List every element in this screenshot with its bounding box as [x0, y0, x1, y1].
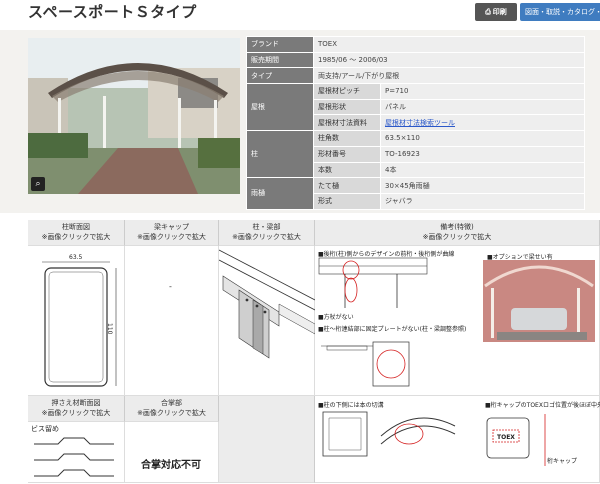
col1-note: ※画像クリックで拡大 — [41, 233, 111, 241]
row2-col2-note: ※画像クリックで拡大 — [137, 409, 206, 417]
gutter-label: 雨樋 — [246, 177, 314, 210]
roof-label: 屋根 — [246, 83, 314, 132]
note-4: ■柱〜桁連結部に固定プレートがない(柱・梁調整参照) — [318, 326, 467, 333]
pillar-label: 柱 — [246, 130, 314, 179]
presser-section-drawing — [34, 437, 114, 477]
remarks-cell[interactable]: ■後桁(柱)側からのデザインの前桁・後桁側が曲線 ■オプションで梁せい有 ■方杖… — [315, 246, 600, 396]
pillar-section-drawing: 63.5 110 — [42, 254, 117, 387]
pillar-section-cell[interactable]: 63.5 110 — [28, 246, 125, 396]
row2-empty-cell — [219, 396, 315, 483]
note-3: ■方杖がない — [318, 314, 354, 321]
roof-shape-value: パネル — [380, 98, 585, 116]
page-title: スペースポートＳタイプ — [28, 3, 197, 21]
col2-title: 梁キャップ — [154, 223, 189, 231]
gutter-form-value: ジャバラ — [380, 192, 585, 210]
gutter-vert-label: たて樋 — [313, 177, 381, 194]
period-value: 1985/06 〜 2006/03 — [313, 51, 585, 69]
roof-pitch-value: P=710 — [380, 83, 585, 100]
remarks-drawings — [318, 257, 595, 387]
spec-table: ブランド TOEX 販売期間 1985/06 〜 2006/03 タイプ 両支持/アー… — [246, 36, 585, 210]
logo-text: TOEX — [497, 434, 515, 441]
print-label: 印刷 — [492, 8, 507, 16]
dim-height-label: 110 — [106, 323, 113, 335]
dim-width-label: 63.5 — [69, 254, 83, 261]
header-bar: スペースポートＳタイプ ⎙ 印刷 図面・取説・カタログ・ — [0, 0, 600, 26]
presser-section-cell[interactable]: ビス留め — [28, 422, 125, 483]
col1-title: 柱断面図 — [62, 223, 90, 231]
col3-note: ※画像クリックで拡大 — [232, 233, 301, 241]
col2-note: ※画像クリックで拡大 — [137, 233, 206, 241]
beam-cap-cell: - — [125, 246, 219, 396]
carport-photo-image — [28, 38, 240, 194]
roof-shape-label: 屋根形状 — [313, 98, 381, 116]
docs-button[interactable]: 図面・取説・カタログ・ — [520, 3, 600, 21]
row2-presser-header: 押さえ材断面図 ※画像クリックで拡大 — [28, 396, 125, 422]
period-label: 販売期間 — [246, 51, 314, 69]
pillar-part-label: 形材番号 — [313, 145, 381, 163]
brand-label: ブランド — [246, 36, 314, 53]
col-pillar-section-header: 柱断面図 ※画像クリックで拡大 — [28, 220, 125, 246]
roof-size-link[interactable]: 屋根材寸法検索ツール — [385, 119, 455, 127]
pillar-count-value: 4本 — [380, 161, 585, 179]
beam-cap-value: - — [169, 282, 172, 291]
col4-title: 備考(特徴) — [440, 223, 474, 231]
remarks-drawings-2: TOEX — [322, 411, 546, 466]
printer-icon: ⎙ — [485, 7, 491, 16]
pillar-count-label: 本数 — [313, 161, 381, 179]
pillar-beam-cell[interactable] — [218, 246, 316, 396]
print-button[interactable]: ⎙ 印刷 — [475, 3, 517, 21]
pillar-dim-value: 63.5×110 — [380, 130, 585, 147]
pillar-beam-drawing — [218, 249, 316, 359]
gassho-text: 合掌対応不可 — [141, 460, 201, 471]
row2-col1-note: ※画像クリックで拡大 — [41, 409, 111, 417]
col-pillar-beam-header: 柱・梁部 ※画像クリックで拡大 — [219, 220, 315, 246]
gutter-form-label: 形式 — [313, 192, 381, 210]
remarks-cell-2[interactable]: ■柱の下側には本の切溝 ■桁キャップのTOEXロゴ位置が後ほぼ中央 TOEX 桁… — [315, 396, 600, 483]
beam-cap-label: 桁キャップ — [547, 458, 578, 465]
pillar-part-value: TO-16923 — [380, 145, 585, 163]
col-beam-cap-header: 梁キャップ ※画像クリックで拡大 — [125, 220, 219, 246]
zoom-icon[interactable]: ⌕ — [31, 177, 45, 191]
type-label: タイプ — [246, 67, 314, 85]
product-photo[interactable] — [28, 38, 240, 194]
brand-value: TOEX — [313, 36, 585, 53]
type-value: 両支持/アール/下がり屋根 — [313, 67, 585, 85]
col-remarks-header: 備考(特徴) ※画像クリックで拡大 — [315, 220, 600, 246]
pillar-dim-label: 柱角数 — [313, 130, 381, 147]
roof-size-label: 屋根材寸法資料 — [313, 114, 381, 132]
col4-note: ※画像クリックで拡大 — [422, 233, 492, 241]
roof-pitch-label: 屋根材ピッチ — [313, 83, 381, 100]
row2-col2-title: 合掌部 — [161, 399, 182, 407]
screw-label: ビス留め — [31, 425, 59, 433]
gassho-cell: 合掌対応不可 — [125, 422, 219, 483]
gutter-vert-value: 30×45角雨樋 — [380, 177, 585, 194]
col3-title: 柱・梁部 — [252, 223, 281, 231]
row2-gassho-header: 合掌部 ※画像クリックで拡大 — [125, 396, 219, 422]
row2-col1-title: 押さえ材断面図 — [51, 399, 101, 407]
